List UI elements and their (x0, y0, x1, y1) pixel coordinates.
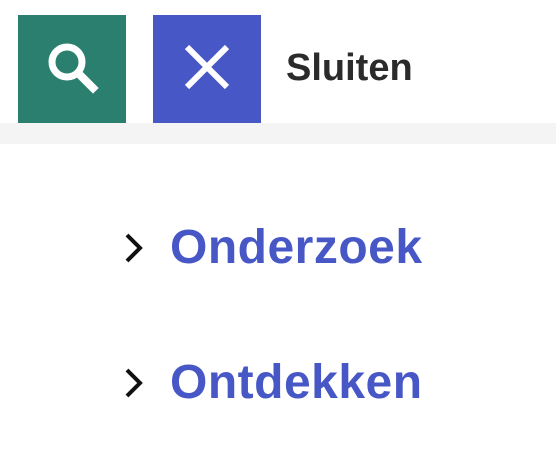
chevron-right-icon (120, 228, 148, 268)
search-icon (44, 39, 100, 100)
header-bar: Sluiten (0, 0, 556, 123)
divider (0, 123, 556, 144)
close-label[interactable]: Sluiten (286, 45, 413, 91)
close-icon (181, 41, 233, 98)
close-button[interactable] (153, 15, 261, 123)
menu-item-onderzoek[interactable]: Onderzoek (120, 220, 423, 276)
menu-item-ontdekken[interactable]: Ontdekken (120, 355, 423, 411)
menu-item-label[interactable]: Onderzoek (170, 220, 423, 276)
search-button[interactable] (18, 15, 126, 123)
chevron-right-icon (120, 363, 148, 403)
menu-item-label[interactable]: Ontdekken (170, 355, 423, 411)
